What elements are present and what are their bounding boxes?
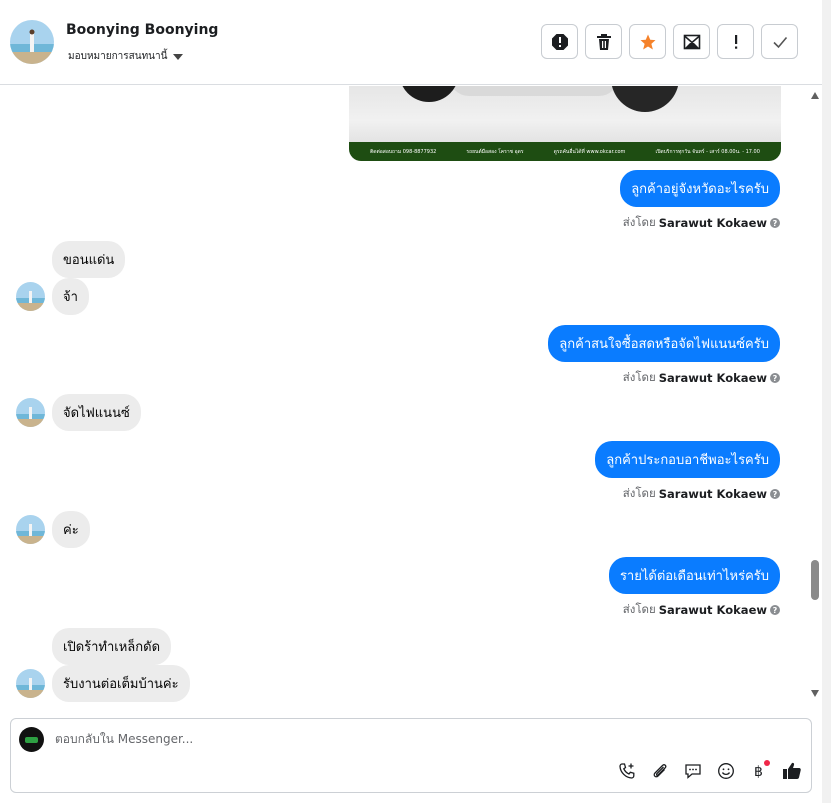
agent-name: Sarawut Kokaew	[658, 371, 767, 385]
emoji-icon	[718, 763, 734, 779]
sent-by-line: ส่งโดย Sarawut Kokaew ?	[623, 369, 780, 387]
mark-done-button[interactable]	[761, 24, 798, 59]
assign-label: มอบหมายการสนทนานี้	[68, 51, 168, 62]
outgoing-message: ลูกค้าสนใจซื้อสดหรือจัดไฟแนนซ์ครับ ส่งโด…	[548, 325, 780, 387]
mark-unread-button[interactable]	[673, 24, 710, 59]
sent-by-line: ส่งโดย Sarawut Kokaew ?	[623, 485, 780, 503]
phone-add-icon	[619, 763, 635, 779]
scrollbar-thumb[interactable]	[811, 560, 819, 600]
scroll-down-icon[interactable]	[811, 690, 819, 697]
delete-button[interactable]	[585, 24, 622, 59]
banner-text: เปิดบริการทุกวัน จันทร์ - เสาร์ 08.00น. …	[655, 148, 760, 155]
like-icon	[783, 762, 801, 779]
contact-avatar[interactable]	[16, 398, 45, 427]
message-bubble[interactable]: ลูกค้าสนใจซื้อสดหรือจัดไฟแนนซ์ครับ	[548, 325, 780, 362]
outgoing-message: รายได้ต่อเดือนเท่าไหร่ครับ ส่งโดย Sarawu…	[608, 557, 780, 619]
thread-scrollbar[interactable]	[808, 86, 822, 706]
banner-text: รถยนต์มือสอง โคราช อุดร	[466, 148, 524, 155]
message-bubble[interactable]: ลูกค้าประกอบอาชีพอะไรครับ	[595, 441, 780, 478]
sent-by-prefix: ส่งโดย	[622, 215, 656, 229]
contact-avatar[interactable]	[16, 282, 45, 311]
attachment-banner: ติดต่อสอบถาม 098-8877932 รถยนต์มือสอง โค…	[349, 142, 781, 161]
message-bubble[interactable]: จัดไฟแนนซ์	[52, 394, 141, 431]
message-bubble[interactable]: รับงานต่อเต็มบ้านค่ะ	[52, 665, 190, 702]
help-icon[interactable]: ?	[770, 373, 780, 383]
notification-dot	[764, 760, 770, 766]
composer-tools: ฿	[616, 760, 803, 782]
contact-name[interactable]: Boonying Boonying	[66, 22, 218, 38]
agent-name: Sarawut Kokaew	[658, 216, 767, 230]
outgoing-message: ลูกค้าอยู่จังหวัดอะไรครับ ส่งโดย Sarawut…	[620, 170, 780, 232]
star-icon	[640, 34, 655, 49]
sent-by-prefix: ส่งโดย	[622, 370, 656, 384]
follow-up-button[interactable]	[629, 24, 666, 59]
assign-conversation-dropdown[interactable]: มอบหมายการสนทนานี้	[68, 49, 184, 64]
page-avatar	[19, 727, 44, 752]
attach-icon	[653, 764, 667, 778]
like-button[interactable]	[781, 760, 803, 782]
help-icon[interactable]: ?	[770, 218, 780, 228]
image-attachment[interactable]: ติดต่อสอบถาม 098-8877932 รถยนต์มือสอง โค…	[349, 86, 781, 161]
reply-composer: ฿	[10, 718, 812, 793]
car-photo	[349, 86, 781, 144]
sent-by-prefix: ส่งโดย	[622, 486, 656, 500]
payment-button[interactable]: ฿	[748, 760, 770, 782]
svg-text:฿: ฿	[754, 764, 763, 780]
agent-name: Sarawut Kokaew	[658, 603, 767, 617]
agent-name: Sarawut Kokaew	[658, 487, 767, 501]
contact-avatar[interactable]	[16, 515, 45, 544]
mark-important-button[interactable]	[717, 24, 754, 59]
mark-unread-icon	[683, 34, 700, 49]
chevron-down-icon	[173, 53, 184, 60]
important-icon	[734, 34, 737, 49]
help-icon[interactable]: ?	[770, 489, 780, 499]
spam-icon	[551, 33, 568, 50]
attach-button[interactable]	[649, 760, 671, 782]
done-icon	[772, 36, 787, 48]
message-bubble[interactable]: ค่ะ	[52, 511, 90, 548]
help-icon[interactable]: ?	[770, 605, 780, 615]
message-thread: ติดต่อสอบถาม 098-8877932 รถยนต์มือสอง โค…	[0, 86, 808, 706]
conversation-header: Boonying Boonying มอบหมายการสนทนานี้	[0, 0, 822, 85]
page-scrollbar[interactable]	[822, 0, 831, 803]
contact-avatar[interactable]	[10, 20, 54, 64]
message-bubble[interactable]: รายได้ต่อเดือนเท่าไหร่ครับ	[608, 557, 780, 594]
emoji-button[interactable]	[715, 760, 737, 782]
spam-button[interactable]	[541, 24, 578, 59]
sent-by-prefix: ส่งโดย	[622, 602, 656, 616]
outgoing-message: ลูกค้าประกอบอาชีพอะไรครับ ส่งโดย Sarawut…	[595, 441, 780, 503]
message-bubble[interactable]: เปิดร้าทำเหล็กดัด	[52, 628, 172, 665]
message-bubble[interactable]: จ้า	[52, 278, 89, 315]
contact-avatar[interactable]	[16, 669, 45, 698]
reply-input[interactable]	[55, 732, 655, 746]
call-button[interactable]	[616, 760, 638, 782]
message-bubble[interactable]: ลูกค้าอยู่จังหวัดอะไรครับ	[620, 170, 780, 207]
sent-by-line: ส่งโดย Sarawut Kokaew ?	[623, 601, 780, 619]
trash-icon	[596, 33, 611, 50]
saved-reply-icon	[685, 764, 701, 779]
conversation-actions	[541, 24, 798, 59]
sent-by-line: ส่งโดย Sarawut Kokaew ?	[623, 214, 780, 232]
scroll-up-icon[interactable]	[811, 92, 819, 99]
banner-text: ติดต่อสอบถาม 098-8877932	[370, 148, 437, 155]
message-bubble[interactable]: ขอนแด่น	[52, 241, 126, 278]
saved-replies-button[interactable]	[682, 760, 704, 782]
banner-text: ดูรถคันอื่นได้ที่ www.okcar.com	[553, 148, 626, 155]
